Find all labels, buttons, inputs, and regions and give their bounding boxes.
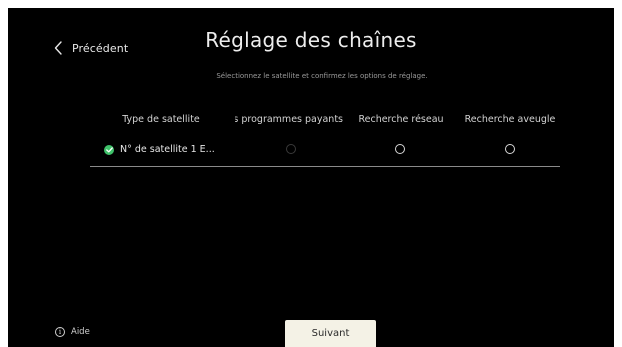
help-label: Aide [71, 327, 90, 337]
column-header-pay-programs-search: Recherche des programmes payants [235, 114, 343, 125]
next-button[interactable]: Suivant [285, 320, 376, 347]
satellite-cell[interactable]: N° de satellite 1 E... [104, 144, 215, 155]
column-header-network-search: Recherche réseau [358, 114, 444, 125]
satellite-name: N° de satellite 1 E... [120, 144, 215, 155]
table-row: N° de satellite 1 E... [90, 140, 560, 167]
column-header-blind-search: Recherche aveugle [464, 114, 556, 125]
info-icon: i [55, 327, 65, 337]
tv-screen [8, 8, 614, 347]
check-circle-icon [104, 144, 114, 155]
pay-programs-search-radio[interactable] [286, 144, 296, 154]
page-subtitle: Sélectionnez le satellite et confirmez l… [216, 72, 428, 80]
network-search-radio[interactable] [395, 144, 405, 154]
column-header-satellite-type: Type de satellite [122, 114, 200, 125]
help-button[interactable]: i Aide [55, 327, 90, 337]
page-title: Réglage des chaînes [205, 28, 417, 52]
blind-search-radio[interactable] [505, 144, 515, 154]
